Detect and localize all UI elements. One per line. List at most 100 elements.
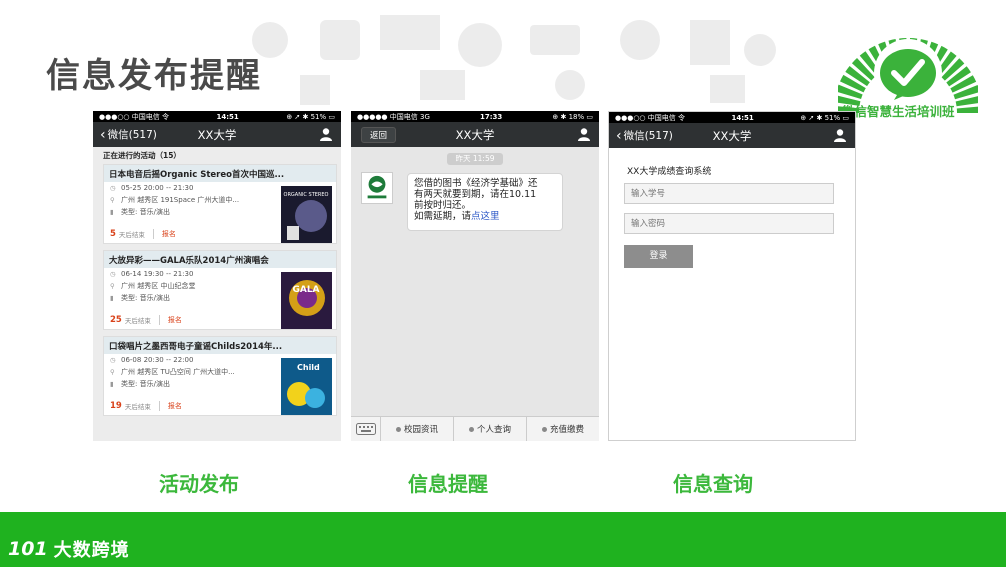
- nav-bar: 返回 XX大学: [351, 122, 599, 147]
- event-time: 06-14 19:30 -- 21:30: [121, 270, 194, 278]
- nav-bar: ‹ 微信(517) XX大学: [609, 123, 855, 148]
- footer-brand: 大数跨境: [53, 540, 130, 561]
- back-button[interactable]: ‹ 微信(517): [616, 128, 673, 143]
- signup-link[interactable]: 报名: [168, 315, 182, 325]
- tag-icon: ▮: [110, 380, 114, 388]
- days-left: 25: [110, 315, 122, 325]
- event-type: 类型: 音乐/演出: [121, 380, 170, 388]
- message-line: 有两天就要到期，请在10.11: [414, 189, 537, 200]
- keyboard-icon: [355, 423, 376, 435]
- reminder-message: 您借的图书《经济学基础》还 有两天就要到期，请在10.11 前按时归还。 如需延…: [407, 173, 563, 231]
- location-icon: ⚲: [110, 368, 115, 376]
- svg-text:GALA: GALA: [292, 285, 319, 295]
- event-poster: Child: [281, 358, 332, 415]
- battery-status: ⊕ ➚ ✱ 51% ▭: [800, 113, 849, 122]
- menu-bar: 校园资讯 个人查询 充值缴费: [351, 416, 599, 441]
- status-bar: ●●●●● 中国电信 3G 17:33 ⊕ ✱ 18% ▭: [351, 111, 599, 122]
- tag-icon: ▮: [110, 208, 114, 216]
- status-bar: ●●●○○ 中国电信 令 14:51 ⊕ ➚ ✱ 51% ▭: [609, 112, 855, 123]
- footer-logo: 101 大数跨境: [8, 536, 130, 562]
- nav-bar: ‹ 微信(517) XX大学: [93, 122, 341, 147]
- caption-remind: 信息提醒: [408, 472, 488, 496]
- menu-dot-icon: [395, 426, 401, 432]
- caption-query: 信息查询: [673, 472, 753, 496]
- keyboard-toggle[interactable]: [351, 416, 381, 441]
- chevron-left-icon: ‹: [616, 127, 622, 144]
- user-profile-icon[interactable]: [577, 127, 591, 141]
- battery-status: ⊕ ➚ ✱ 51% ▭: [286, 112, 335, 121]
- user-profile-icon[interactable]: [319, 127, 333, 141]
- signup-link[interactable]: 报名: [162, 229, 176, 239]
- user-profile-icon[interactable]: [833, 128, 847, 142]
- event-type: 类型: 音乐/演出: [121, 208, 170, 216]
- event-place: 广州 越秀区 TU凸空间 广州大道中...: [121, 368, 235, 376]
- battery-status: ⊕ ✱ 18% ▭: [552, 112, 593, 121]
- form-title: XX大学成绩查询系统: [627, 167, 712, 177]
- message-line: 您借的图书《经济学基础》还: [414, 178, 538, 189]
- svg-text:Child: Child: [297, 363, 320, 372]
- login-button[interactable]: 登录: [624, 245, 693, 268]
- event-poster: GALA: [281, 272, 332, 329]
- event-type: 类型: 音乐/演出: [121, 294, 170, 302]
- menu-dot-icon: [468, 426, 474, 432]
- phone-info-query: ●●●○○ 中国电信 令 14:51 ⊕ ➚ ✱ 51% ▭ ‹ 微信(517) …: [608, 111, 856, 441]
- clock: 17:33: [480, 112, 503, 121]
- location-icon: ⚲: [110, 196, 115, 204]
- footer-band: 101 大数跨境: [0, 512, 1006, 567]
- background-pattern: [252, 15, 776, 105]
- phone-activity-publish: ●●●○○ 中国电信 令 14:51 ⊕ ➚ ✱ 51% ▭ ‹ 微信(517) …: [93, 111, 341, 441]
- caption-publish: 活动发布: [159, 472, 239, 496]
- back-label: 微信(517): [623, 130, 673, 142]
- chevron-left-icon: ‹: [100, 126, 106, 143]
- carrier: ●●●●● 中国电信 3G: [357, 112, 430, 121]
- menu-label: 校园资讯: [403, 425, 438, 435]
- event-card[interactable]: 大放异彩——GALA乐队2014广州演唱会 ◷ 06-14 19:30 -- 21…: [103, 250, 337, 330]
- event-poster: ORGANIC STEREO: [281, 186, 332, 243]
- event-card[interactable]: 口袋唱片之墨西哥电子童谣Childs2014年... ◷ 06-08 20:30 …: [103, 336, 337, 416]
- event-time: 05-25 20:00 -- 21:30: [121, 184, 194, 192]
- menu-personal-query[interactable]: 个人查询: [454, 416, 527, 441]
- menu-campus-news[interactable]: 校园资讯: [381, 416, 454, 441]
- clock: 14:51: [731, 113, 754, 122]
- event-place: 广州 越秀区 中山纪念堂: [121, 282, 196, 290]
- back-button[interactable]: 返回: [361, 127, 397, 143]
- event-title: 大放异彩——GALA乐队2014广州演唱会: [104, 251, 336, 268]
- carrier: ●●●○○ 中国电信 令: [615, 113, 685, 122]
- days-left: 5: [110, 229, 116, 239]
- back-label: 微信(517): [107, 129, 157, 141]
- event-title: 口袋唱片之墨西哥电子童谣Childs2014年...: [104, 337, 336, 354]
- clock: 14:51: [216, 112, 239, 121]
- library-avatar: [361, 172, 393, 204]
- message-line: 前按时归还。: [414, 200, 472, 211]
- footer-mark: 101: [8, 538, 48, 560]
- time-chip: 昨天 11:59: [447, 153, 503, 165]
- carrier: ●●●○○ 中国电信 令: [99, 112, 169, 121]
- days-left: 19: [110, 401, 122, 411]
- back-button[interactable]: ‹ 微信(517): [100, 127, 157, 142]
- days-left-label: 天后结束: [118, 231, 145, 239]
- student-id-input[interactable]: [624, 183, 834, 204]
- menu-dot-icon: [541, 426, 547, 432]
- password-input[interactable]: [624, 213, 834, 234]
- menu-label: 个人查询: [476, 425, 511, 435]
- signup-link[interactable]: 报名: [168, 401, 182, 411]
- section-label: 正在进行的活动（15）: [103, 151, 181, 160]
- extend-link[interactable]: 点这里: [471, 211, 500, 222]
- event-card[interactable]: 日本电音后摇Organic Stereo首次中国巡... ◷ 05-25 20:0…: [103, 164, 337, 244]
- logo-text: 微信智慧生活培训班: [842, 104, 955, 119]
- clock-icon: ◷: [110, 356, 116, 364]
- location-icon: ⚲: [110, 282, 115, 290]
- clock-icon: ◷: [110, 184, 116, 192]
- clock-icon: ◷: [110, 270, 116, 278]
- svg-text:ORGANIC STEREO: ORGANIC STEREO: [284, 192, 329, 198]
- days-left-label: 天后结束: [124, 403, 151, 411]
- event-time: 06-08 20:30 -- 22:00: [121, 356, 194, 364]
- message-line: 如需延期，请: [414, 211, 472, 222]
- slide-title: 信息发布提醒: [46, 56, 262, 96]
- phone-info-reminder: ●●●●● 中国电信 3G 17:33 ⊕ ✱ 18% ▭ 返回 XX大学 昨天…: [351, 111, 599, 441]
- menu-recharge[interactable]: 充值缴费: [527, 417, 599, 442]
- event-place: 广州 越秀区 191Space 广州大道中...: [121, 196, 240, 204]
- event-title: 日本电音后摇Organic Stereo首次中国巡...: [104, 165, 336, 182]
- menu-label: 充值缴费: [549, 425, 584, 435]
- status-bar: ●●●○○ 中国电信 令 14:51 ⊕ ➚ ✱ 51% ▭: [93, 111, 341, 122]
